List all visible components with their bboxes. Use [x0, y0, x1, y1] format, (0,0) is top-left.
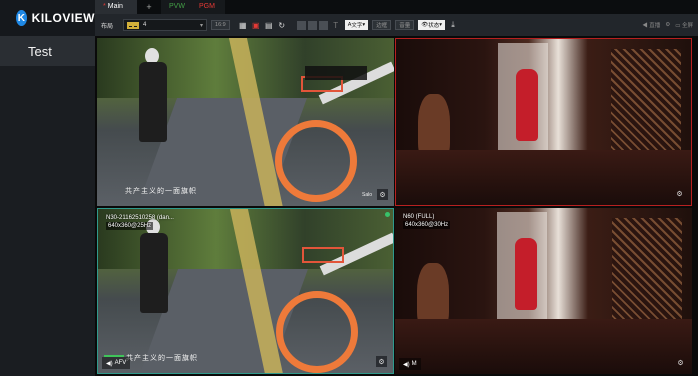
speaker-icon: ◀)	[403, 361, 410, 368]
source-name: N60 (FULL)	[403, 214, 435, 220]
source-resolution: 640x360@30Hz	[403, 221, 451, 229]
video-cell-3[interactable]: 共产主义的一面旗帜 N30-21162510258 (dan... 640x36…	[97, 208, 394, 374]
text-button[interactable]: A 文字 ▾	[344, 20, 369, 30]
video-cell-2[interactable]: ⚙	[395, 38, 692, 206]
gear-icon[interactable]: ⚙	[675, 357, 686, 368]
text-tool-icon[interactable]: T	[331, 20, 341, 30]
video-cell-1[interactable]: 共产主义的一面旗帜 Salo ⚙	[97, 38, 394, 206]
video-frame-hall	[395, 208, 692, 374]
modified-marker: *	[103, 3, 106, 10]
video-cell-4[interactable]: N60 (FULL) 640x360@30Hz ◀) M ⚙	[395, 208, 692, 374]
logo: K KILOVIEW	[0, 0, 95, 36]
gear-icon[interactable]: ⚙	[377, 189, 388, 200]
audio-label: M	[411, 361, 417, 367]
source-resolution: 640x360@25Hz	[106, 222, 154, 230]
tab-bar: * Main + PVW PGM	[95, 0, 698, 14]
multiviewer-app: K KILOVIEW * Main + PVW PGM 布局 4 ▾ 16:9 ▦…	[0, 0, 698, 376]
video-grid: 共产主义的一面旗帜 Salo ⚙ ⚙ 共产主义的一面旗帜 N30-2116251…	[95, 36, 698, 376]
video-frame-street: 共产主义的一面旗帜	[98, 209, 393, 373]
layout-grid-button[interactable]: ▦	[238, 20, 248, 30]
audio-button-label: 音量	[399, 23, 411, 29]
source-label: N60 (FULL) 640x360@30Hz	[403, 213, 451, 229]
speaker-icon: ◀)	[106, 360, 113, 367]
subtitle-text: 共产主义的一面旗帜	[126, 355, 198, 362]
ratio-value: 16:9	[215, 22, 226, 28]
layout-grid-icon	[127, 21, 140, 29]
audio-tag[interactable]: ◀) AFV	[102, 357, 131, 369]
video-frame-street: 共产主义的一面旗帜	[97, 38, 394, 206]
text-button-label: 文字	[351, 23, 363, 29]
direct-label: 直播	[649, 23, 661, 29]
gear-icon[interactable]: ⚙	[376, 356, 387, 367]
toolbar: 布局 4 ▾ 16:9 ▦ ▣ ▤ ↻ T A 文字 ▾ 边框 音量 👁 状态 …	[95, 14, 698, 36]
status-button-label: 状态	[428, 23, 440, 29]
tab-pvw[interactable]: PVW	[161, 0, 193, 14]
ratio-select[interactable]: 16:9	[211, 20, 230, 30]
settings-gear-icon[interactable]: ⚙	[665, 22, 670, 28]
add-tab-button[interactable]: +	[137, 0, 161, 14]
fullscreen-button[interactable]: ▭ 全屏	[675, 21, 693, 29]
tool-box-1[interactable]	[296, 20, 306, 30]
layout-label: 布局	[101, 23, 114, 30]
audio-label: AFV	[114, 360, 127, 366]
audio-tag[interactable]: ◀) M	[399, 358, 421, 370]
cell-tag: Salo	[361, 192, 372, 198]
layout-value: 4	[143, 22, 147, 28]
save-icon[interactable]: ▣	[251, 20, 261, 30]
tool-box-3[interactable]	[318, 20, 328, 30]
refresh-icon[interactable]: ↻	[277, 20, 287, 30]
gear-icon[interactable]: ⚙	[674, 188, 685, 199]
video-frame-hall	[396, 39, 691, 205]
save-as-icon[interactable]: ▤	[264, 20, 274, 30]
logo-text: KILOVIEW	[31, 11, 95, 25]
source-label: N30-21162510258 (dan... 640x360@25Hz	[106, 214, 174, 230]
audio-button[interactable]: 音量	[395, 20, 415, 30]
tool-box-2[interactable]	[307, 20, 317, 30]
status-button[interactable]: 👁 状态 ▾	[418, 20, 445, 30]
fullscreen-label: 全屏	[681, 23, 693, 29]
tab-pgm[interactable]: PGM	[193, 0, 225, 14]
status-dot	[385, 212, 390, 217]
border-button[interactable]: 边框	[372, 20, 392, 30]
tab-main[interactable]: * Main	[95, 0, 137, 14]
right-tools: ◀ 直播 ⚙ ▭ 全屏	[642, 21, 693, 29]
download-icon[interactable]: ⤓	[448, 20, 458, 30]
sidebar: Test	[0, 36, 95, 376]
source-name: N30-21162510258 (dan...	[106, 215, 174, 221]
sidebar-item-test[interactable]: Test	[0, 36, 95, 66]
tab-main-label: Main	[107, 3, 123, 10]
subtitle-text: 共产主义的一面旗帜	[125, 188, 197, 195]
chevron-down-icon: ▾	[200, 22, 204, 29]
sidebar-item-label: Test	[28, 43, 52, 59]
kiloview-logo-icon: K	[16, 10, 27, 26]
layout-select[interactable]: 4 ▾	[123, 19, 208, 31]
border-button-label: 边框	[376, 23, 388, 29]
direct-button[interactable]: ◀ 直播	[642, 21, 660, 29]
